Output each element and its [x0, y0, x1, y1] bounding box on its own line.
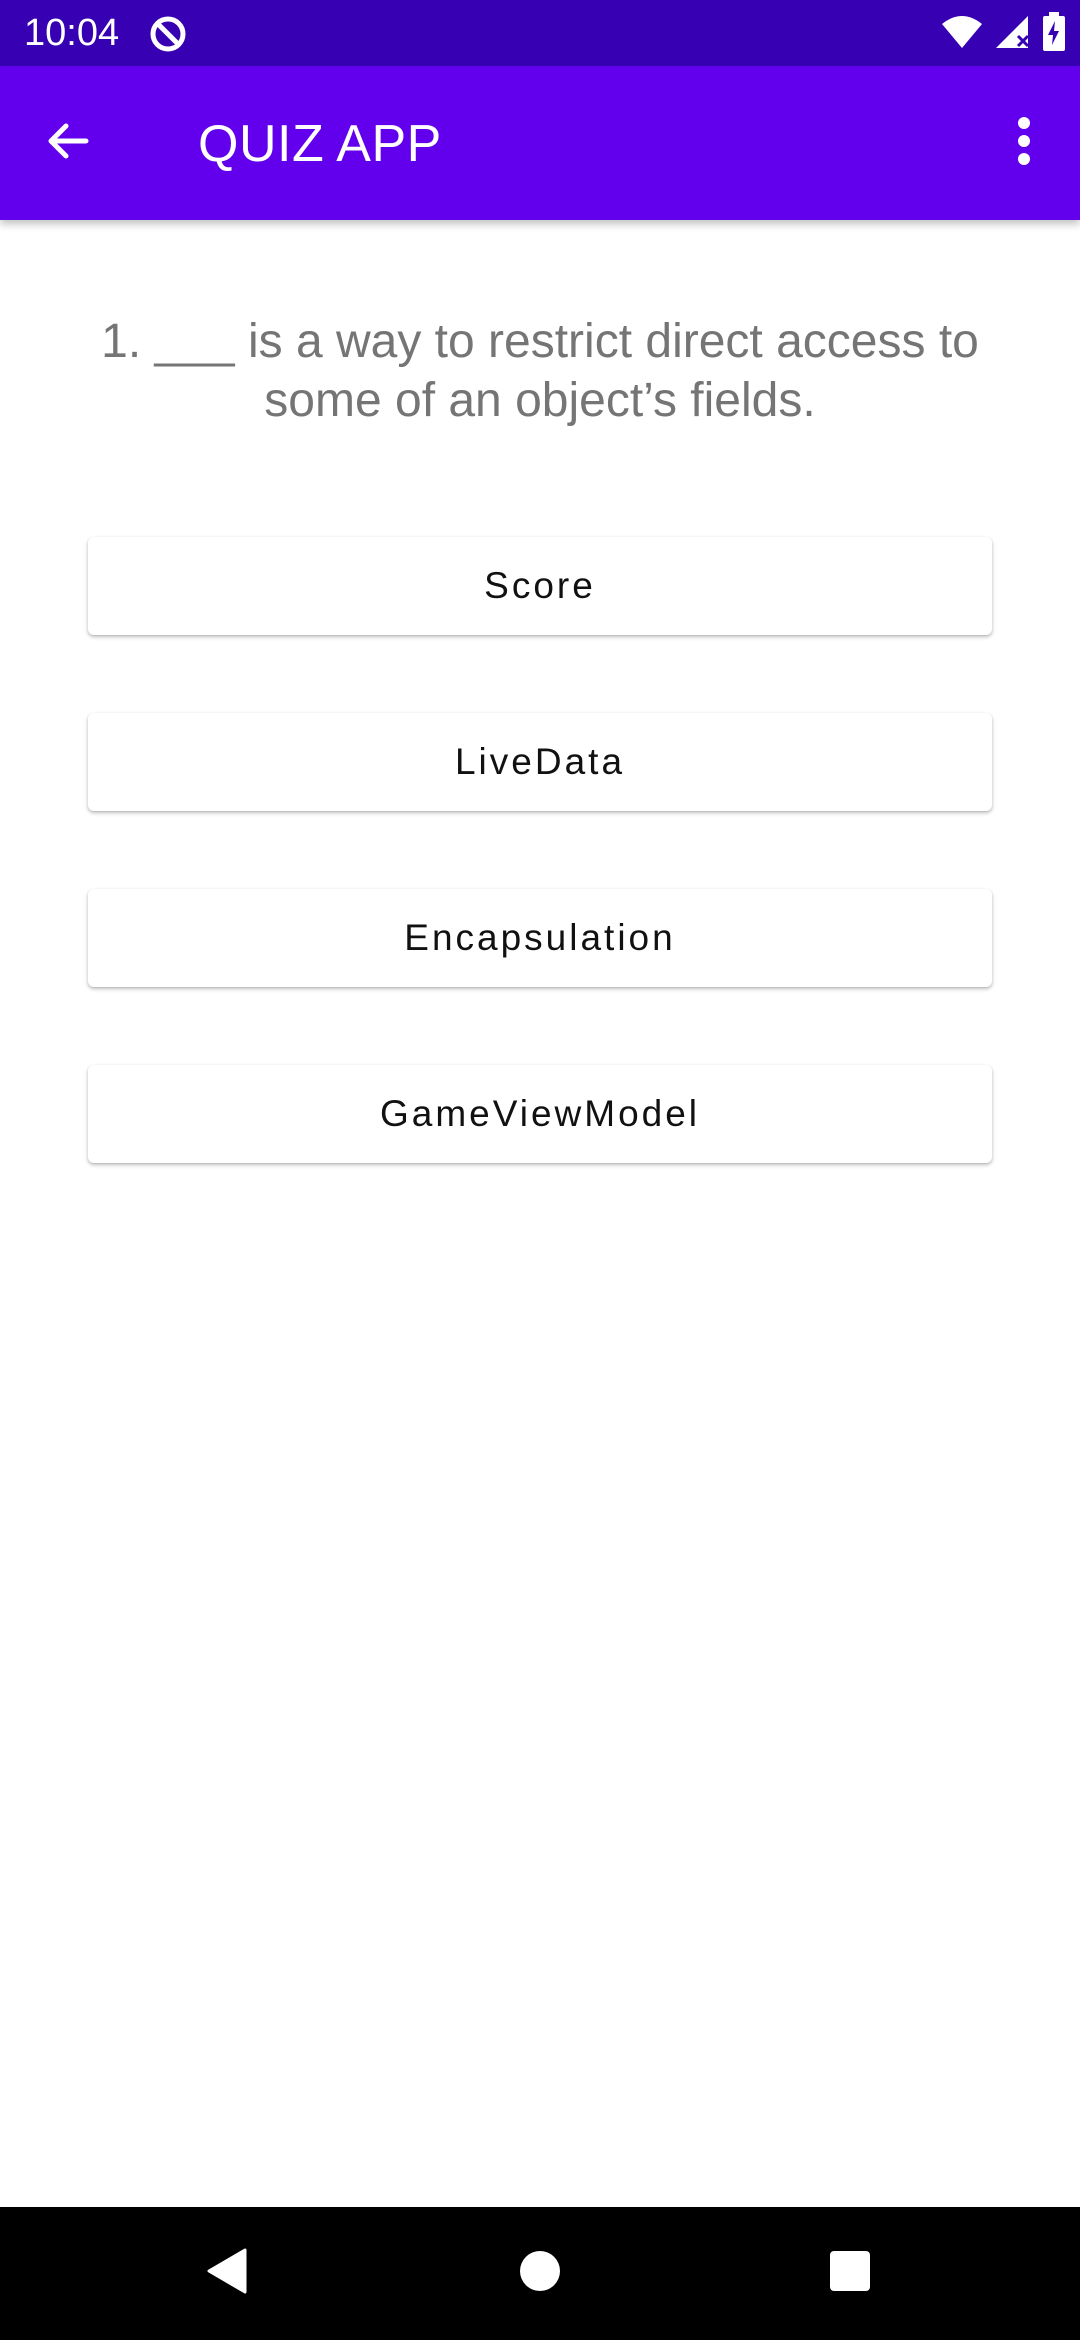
nav-recents-button[interactable]: [780, 2207, 920, 2340]
wifi-icon: [940, 14, 984, 55]
app-title: QUIZ APP: [198, 115, 442, 173]
answer-button-score[interactable]: Score: [88, 537, 992, 635]
question-text: 1. ___ is a way to restrict direct acces…: [101, 315, 979, 427]
battery-charging-icon: [1042, 11, 1066, 57]
app-bar: QUIZ APP: [0, 66, 1080, 220]
navigation-bar: [0, 2207, 1080, 2340]
status-icons: [940, 11, 1066, 57]
app-notification-icon: [148, 14, 188, 54]
overflow-menu-button[interactable]: [986, 105, 1062, 181]
more-vert-icon: [1016, 115, 1032, 172]
recents-icon: [829, 2250, 871, 2297]
home-icon: [518, 2249, 562, 2298]
status-time: 10:04: [24, 12, 120, 54]
nav-home-button[interactable]: [470, 2207, 610, 2340]
back-button[interactable]: [30, 105, 106, 181]
status-bar: 10:04: [0, 0, 1080, 66]
quiz-screen: 10:04 QUIZ APP 1. ___ is a way to restri…: [0, 0, 1080, 2340]
arrow-back-icon: [44, 117, 92, 170]
answer-button-livedata[interactable]: LiveData: [88, 713, 992, 811]
answer-button-encapsulation[interactable]: Encapsulation: [88, 889, 992, 987]
answer-list: Score LiveData Encapsulation GameViewMod…: [88, 537, 992, 1241]
nav-back-button[interactable]: [157, 2207, 297, 2340]
signal-icon: [994, 14, 1032, 55]
answer-button-gameviewmodel[interactable]: GameViewModel: [88, 1065, 992, 1163]
back-icon: [205, 2248, 249, 2299]
